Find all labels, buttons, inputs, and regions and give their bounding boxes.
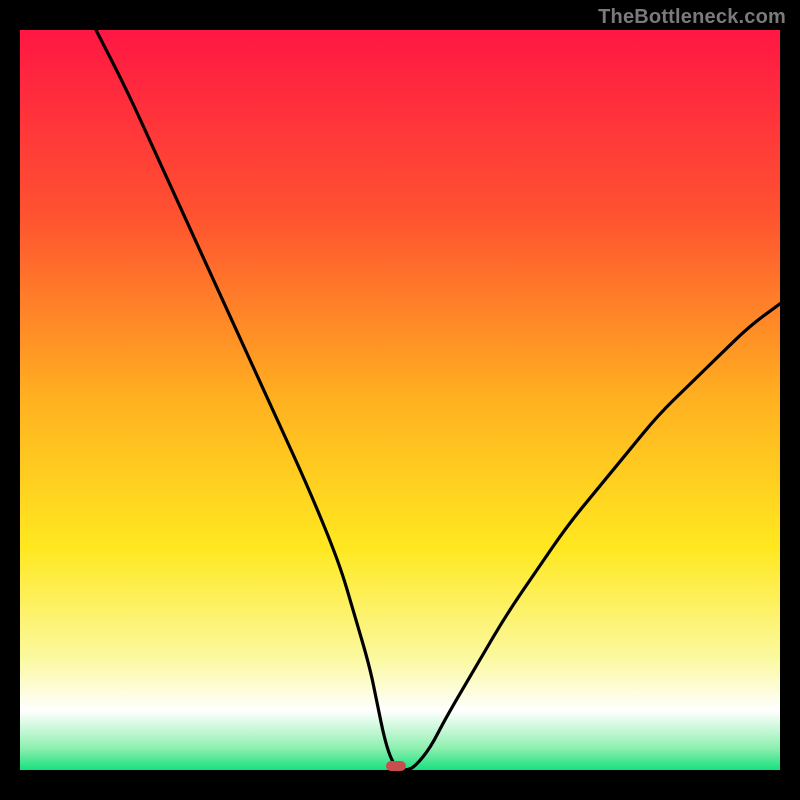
- watermark-text: TheBottleneck.com: [598, 6, 786, 29]
- plot-area: [20, 30, 780, 770]
- optimal-marker: [386, 761, 406, 771]
- chart-frame: TheBottleneck.com: [0, 0, 800, 800]
- bottleneck-curve: [20, 30, 780, 770]
